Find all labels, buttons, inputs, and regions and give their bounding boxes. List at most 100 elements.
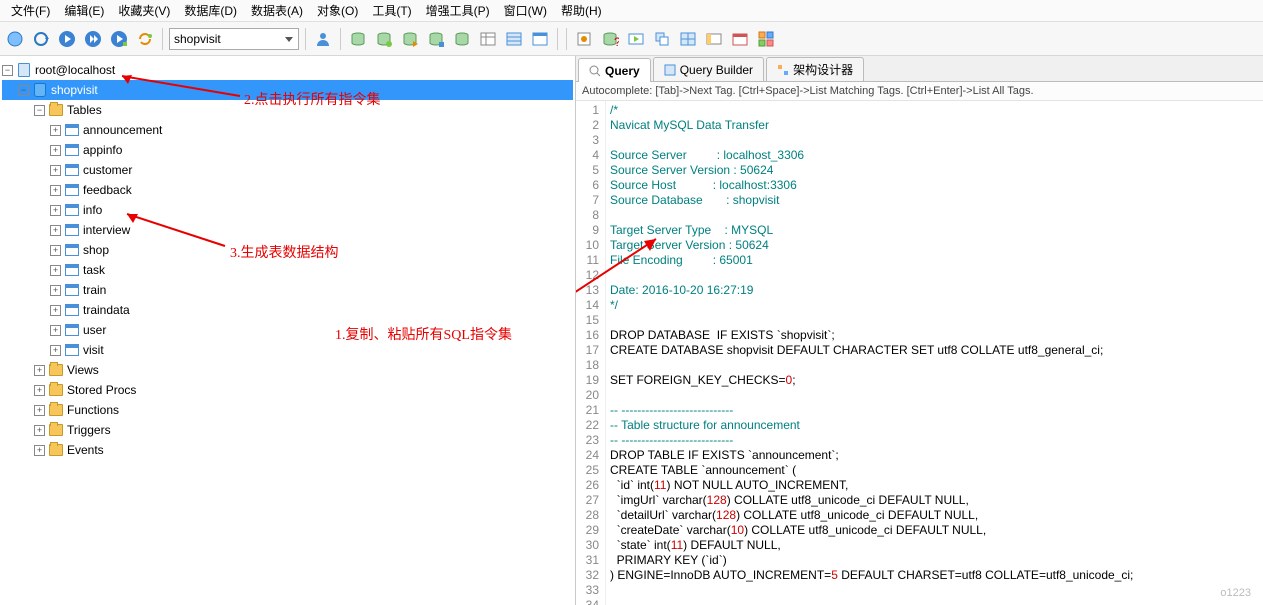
sync-icon[interactable] — [134, 28, 156, 50]
code-line-33[interactable] — [610, 583, 1259, 598]
table-view-icon[interactable] — [477, 28, 499, 50]
code-line-1[interactable]: /* — [610, 103, 1259, 118]
tool-a-icon[interactable] — [573, 28, 595, 50]
expand-icon[interactable]: + — [50, 325, 61, 336]
sql-editor[interactable]: 1234567891011121314151617181920212223242… — [576, 101, 1263, 605]
execute-all-icon[interactable] — [82, 28, 104, 50]
execute-query-icon[interactable] — [56, 28, 78, 50]
tool-f-icon[interactable] — [703, 28, 725, 50]
code-line-12[interactable] — [610, 268, 1259, 283]
code-area[interactable]: /*Navicat MySQL Data Transfer Source Serv… — [606, 101, 1263, 605]
menu-enhance[interactable]: 增强工具(P) — [419, 0, 497, 21]
db-tool1-icon[interactable] — [373, 28, 395, 50]
tree-table-visit[interactable]: +visit — [2, 340, 573, 360]
code-line-18[interactable] — [610, 358, 1259, 373]
code-line-2[interactable]: Navicat MySQL Data Transfer — [610, 118, 1259, 133]
expand-icon[interactable]: + — [34, 385, 45, 396]
menu-favorites[interactable]: 收藏夹(V) — [111, 0, 177, 21]
tool-b-icon[interactable]: ? — [599, 28, 621, 50]
code-line-29[interactable]: `createDate` varchar(10) COLLATE utf8_un… — [610, 523, 1259, 538]
code-line-8[interactable] — [610, 208, 1259, 223]
code-line-15[interactable] — [610, 313, 1259, 328]
expand-icon[interactable]: + — [34, 425, 45, 436]
code-line-26[interactable]: `id` int(11) NOT NULL AUTO_INCREMENT, — [610, 478, 1259, 493]
expand-icon[interactable]: + — [50, 185, 61, 196]
expand-icon[interactable]: + — [50, 165, 61, 176]
code-line-17[interactable]: CREATE DATABASE shopvisit DEFAULT CHARAC… — [610, 343, 1259, 358]
tree-table-user[interactable]: +user — [2, 320, 573, 340]
tree-table-appinfo[interactable]: +appinfo — [2, 140, 573, 160]
db-tool2-icon[interactable] — [399, 28, 421, 50]
tree-table-announcement[interactable]: +announcement — [2, 120, 573, 140]
tree-tables-folder[interactable]: −Tables — [2, 100, 573, 120]
code-line-23[interactable]: -- ---------------------------- — [610, 433, 1259, 448]
tree-server[interactable]: −root@localhost — [2, 60, 573, 80]
db-tool4-icon[interactable] — [451, 28, 473, 50]
tree-table-interview[interactable]: +interview — [2, 220, 573, 240]
code-line-25[interactable]: CREATE TABLE `announcement` ( — [610, 463, 1259, 478]
expand-icon[interactable]: + — [50, 265, 61, 276]
code-line-9[interactable]: Target Server Type : MYSQL — [610, 223, 1259, 238]
menu-help[interactable]: 帮助(H) — [554, 0, 609, 21]
refresh-icon[interactable] — [30, 28, 52, 50]
code-line-16[interactable]: DROP DATABASE IF EXISTS `shopvisit`; — [610, 328, 1259, 343]
menu-file[interactable]: 文件(F) — [4, 0, 57, 21]
new-connection-icon[interactable] — [4, 28, 26, 50]
tree-table-info[interactable]: +info — [2, 200, 573, 220]
tree-folder-functions[interactable]: +Functions — [2, 400, 573, 420]
expand-icon[interactable]: + — [50, 305, 61, 316]
expand-icon[interactable]: + — [50, 345, 61, 356]
execute-script-icon[interactable] — [108, 28, 130, 50]
menu-table[interactable]: 数据表(A) — [244, 0, 310, 21]
object-tree[interactable]: −root@localhost−shopvisit−Tables+announc… — [0, 56, 575, 464]
code-line-31[interactable]: PRIMARY KEY (`id`) — [610, 553, 1259, 568]
grid-icon[interactable] — [503, 28, 525, 50]
tab-query[interactable]: Query — [578, 58, 651, 82]
menu-object[interactable]: 对象(O) — [310, 0, 365, 21]
tree-folder-stored-procs[interactable]: +Stored Procs — [2, 380, 573, 400]
code-line-21[interactable]: -- ---------------------------- — [610, 403, 1259, 418]
code-line-34[interactable]: -- ---------------------------- — [610, 598, 1259, 605]
code-line-27[interactable]: `imgUrl` varchar(128) COLLATE utf8_unico… — [610, 493, 1259, 508]
code-line-3[interactable] — [610, 133, 1259, 148]
expand-icon[interactable]: + — [50, 225, 61, 236]
expand-icon[interactable]: + — [50, 145, 61, 156]
tool-e-icon[interactable] — [677, 28, 699, 50]
tree-table-train[interactable]: +train — [2, 280, 573, 300]
tree-folder-events[interactable]: +Events — [2, 440, 573, 460]
code-line-24[interactable]: DROP TABLE IF EXISTS `announcement`; — [610, 448, 1259, 463]
code-line-19[interactable]: SET FOREIGN_KEY_CHECKS=0; — [610, 373, 1259, 388]
db-tool3-icon[interactable] — [425, 28, 447, 50]
collapse-icon[interactable]: − — [2, 65, 13, 76]
expand-icon[interactable]: + — [34, 405, 45, 416]
menu-database[interactable]: 数据库(D) — [177, 0, 244, 21]
collapse-icon[interactable]: − — [34, 105, 45, 116]
code-line-4[interactable]: Source Server : localhost_3306 — [610, 148, 1259, 163]
menu-edit[interactable]: 编辑(E) — [57, 0, 111, 21]
code-line-7[interactable]: Source Database : shopvisit — [610, 193, 1259, 208]
code-line-32[interactable]: ) ENGINE=InnoDB AUTO_INCREMENT=5 DEFAULT… — [610, 568, 1259, 583]
tree-table-task[interactable]: +task — [2, 260, 573, 280]
tree-table-customer[interactable]: +customer — [2, 160, 573, 180]
tree-table-feedback[interactable]: +feedback — [2, 180, 573, 200]
code-line-11[interactable]: File Encoding : 65001 — [610, 253, 1259, 268]
expand-icon[interactable]: + — [34, 365, 45, 376]
tab-schema-designer[interactable]: 架构设计器 — [766, 57, 864, 81]
code-line-10[interactable]: Target Server Version : 50624 — [610, 238, 1259, 253]
code-line-5[interactable]: Source Server Version : 50624 — [610, 163, 1259, 178]
calendar-icon[interactable] — [729, 28, 751, 50]
expand-icon[interactable]: + — [50, 125, 61, 136]
tree-folder-triggers[interactable]: +Triggers — [2, 420, 573, 440]
tab-query-builder[interactable]: Query Builder — [653, 57, 764, 81]
menu-window[interactable]: 窗口(W) — [497, 0, 554, 21]
db-cylinder-icon[interactable] — [347, 28, 369, 50]
code-line-13[interactable]: Date: 2016-10-20 16:27:19 — [610, 283, 1259, 298]
tree-table-traindata[interactable]: +traindata — [2, 300, 573, 320]
menu-tools[interactable]: 工具(T) — [365, 0, 418, 21]
code-line-6[interactable]: Source Host : localhost:3306 — [610, 178, 1259, 193]
expand-icon[interactable]: + — [50, 245, 61, 256]
code-line-20[interactable] — [610, 388, 1259, 403]
grid2-icon[interactable] — [755, 28, 777, 50]
tool-d-icon[interactable] — [651, 28, 673, 50]
tree-table-shop[interactable]: +shop — [2, 240, 573, 260]
